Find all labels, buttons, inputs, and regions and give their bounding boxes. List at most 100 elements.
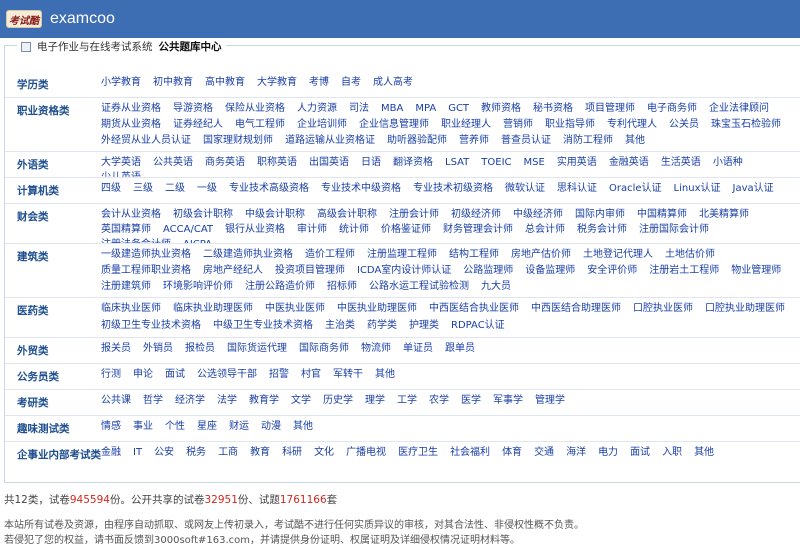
category-link[interactable]: 初级会计职称	[173, 207, 233, 222]
category-link[interactable]: 审计师	[297, 222, 327, 237]
category-link[interactable]: IT	[133, 445, 142, 466]
category-link[interactable]: Linux认证	[674, 181, 721, 201]
category-link[interactable]: 土地估价师	[665, 247, 715, 263]
category-link[interactable]: 面试	[165, 367, 185, 387]
category-link[interactable]: 职业指导师	[545, 117, 595, 133]
category-link[interactable]: 专利代理人	[607, 117, 657, 133]
category-link[interactable]: 二级	[165, 181, 185, 201]
category-link[interactable]: 临床执业助理医师	[173, 301, 253, 318]
category-link[interactable]: 消防工程师	[563, 133, 613, 149]
category-link[interactable]: 单证员	[403, 341, 433, 361]
category-link[interactable]: 微软认证	[505, 181, 545, 201]
category-link[interactable]: 企业培训师	[297, 117, 347, 133]
category-link[interactable]: MBA	[381, 101, 403, 117]
category-link[interactable]: 一级建造师执业资格	[101, 247, 191, 263]
category-link[interactable]: 历史学	[323, 393, 353, 413]
category-link[interactable]: 专业技术初级资格	[413, 181, 493, 201]
category-link[interactable]: 村官	[301, 367, 321, 387]
category-link[interactable]: ICDA室内设计师认证	[357, 263, 451, 279]
category-link[interactable]: 高级会计职称	[317, 207, 377, 222]
category-link[interactable]: 营养师	[459, 133, 489, 149]
category-link[interactable]: 农学	[429, 393, 449, 413]
category-link[interactable]: 临床执业医师	[101, 301, 161, 318]
category-link[interactable]: 教师资格	[481, 101, 521, 117]
category-link[interactable]: TOEIC	[481, 155, 511, 170]
category-link[interactable]: 口腔执业医师	[633, 301, 693, 318]
category-link[interactable]: Java认证	[733, 181, 774, 201]
category-link[interactable]: 一级	[197, 181, 217, 201]
category-link[interactable]: 税务会计师	[577, 222, 627, 237]
category-link[interactable]: 房地产估价师	[511, 247, 571, 263]
category-link[interactable]: 科研	[282, 445, 302, 466]
category-link[interactable]: 实用英语	[557, 155, 597, 170]
category-link[interactable]: 企业法律顾问	[709, 101, 769, 117]
category-link[interactable]: 面试	[630, 445, 650, 466]
category-link[interactable]: 中医执业医师	[265, 301, 325, 318]
category-link[interactable]: 其他	[625, 133, 645, 149]
category-link[interactable]: 公路监理师	[463, 263, 513, 279]
category-link[interactable]: 证券经纪人	[173, 117, 223, 133]
category-link[interactable]: 经济学	[175, 393, 205, 413]
category-link[interactable]: 报关员	[101, 341, 131, 361]
category-link[interactable]: 人力资源	[297, 101, 337, 117]
category-link[interactable]: 高中教育	[205, 75, 245, 95]
category-link[interactable]: 道路运输从业资格证	[285, 133, 375, 149]
category-link[interactable]: 其他	[694, 445, 714, 466]
category-link[interactable]: Oracle认证	[609, 181, 662, 201]
category-link[interactable]: 造价工程师	[305, 247, 355, 263]
category-link[interactable]: 专业技术高级资格	[229, 181, 309, 201]
category-link[interactable]: 护理类	[409, 318, 439, 335]
category-link[interactable]: 主治类	[325, 318, 355, 335]
breadcrumb-home[interactable]: 电子作业与在线考试系统	[37, 39, 153, 54]
category-link[interactable]: 日语	[361, 155, 381, 170]
category-link[interactable]: 秘书资格	[533, 101, 573, 117]
category-link[interactable]: 工商	[218, 445, 238, 466]
category-link[interactable]: 财运	[229, 419, 249, 439]
category-link[interactable]: 导游资格	[173, 101, 213, 117]
category-link[interactable]: 工学	[397, 393, 417, 413]
category-link[interactable]: 招警	[269, 367, 289, 387]
category-link[interactable]: 项目管理师	[585, 101, 635, 117]
category-link[interactable]: 物流师	[361, 341, 391, 361]
category-link[interactable]: 企业信息管理师	[359, 117, 429, 133]
category-link[interactable]: 注册法务会计师	[101, 237, 171, 243]
category-link[interactable]: MPA	[415, 101, 436, 117]
category-link[interactable]: 国际商务师	[299, 341, 349, 361]
category-link[interactable]: 初中教育	[153, 75, 193, 95]
category-link[interactable]: 二级建造师执业资格	[203, 247, 293, 263]
category-link[interactable]: 口腔执业助理医师	[705, 301, 785, 318]
category-link[interactable]: 三级	[133, 181, 153, 201]
category-link[interactable]: 生活英语	[661, 155, 701, 170]
category-link[interactable]: 北美精算师	[699, 207, 749, 222]
category-link[interactable]: 公选领导干部	[197, 367, 257, 387]
category-link[interactable]: 文化	[314, 445, 334, 466]
category-link[interactable]: GCT	[448, 101, 469, 117]
category-link[interactable]: 动漫	[261, 419, 281, 439]
category-link[interactable]: 职称英语	[257, 155, 297, 170]
category-link[interactable]: 统计师	[339, 222, 369, 237]
category-link[interactable]: 其他	[293, 419, 313, 439]
category-link[interactable]: 注册会计师	[389, 207, 439, 222]
category-link[interactable]: 外经贸从业人员认证	[101, 133, 191, 149]
category-link[interactable]: 英国精算师	[101, 222, 151, 237]
category-link[interactable]: 报检员	[185, 341, 215, 361]
category-link[interactable]: 房地产经纪人	[203, 263, 263, 279]
category-link[interactable]: 中级卫生专业技术资格	[213, 318, 313, 335]
logo-text[interactable]: examcoo	[50, 10, 115, 28]
category-link[interactable]: 九大员	[481, 279, 511, 295]
category-link[interactable]: 思科认证	[557, 181, 597, 201]
category-link[interactable]: 法学	[217, 393, 237, 413]
category-link[interactable]: 哲学	[143, 393, 163, 413]
category-link[interactable]: 期货从业资格	[101, 117, 161, 133]
category-link[interactable]: 事业	[133, 419, 153, 439]
category-link[interactable]: 价格鉴证师	[381, 222, 431, 237]
category-link[interactable]: 注册公路造价师	[245, 279, 315, 295]
category-link[interactable]: 个性	[165, 419, 185, 439]
category-link[interactable]: 入职	[662, 445, 682, 466]
category-link[interactable]: 总会计师	[525, 222, 565, 237]
category-link[interactable]: 中西医结合助理医师	[531, 301, 621, 318]
category-link[interactable]: 翻译资格	[393, 155, 433, 170]
category-link[interactable]: 文学	[291, 393, 311, 413]
category-link[interactable]: 管理学	[535, 393, 565, 413]
category-link[interactable]: 公安	[154, 445, 174, 466]
